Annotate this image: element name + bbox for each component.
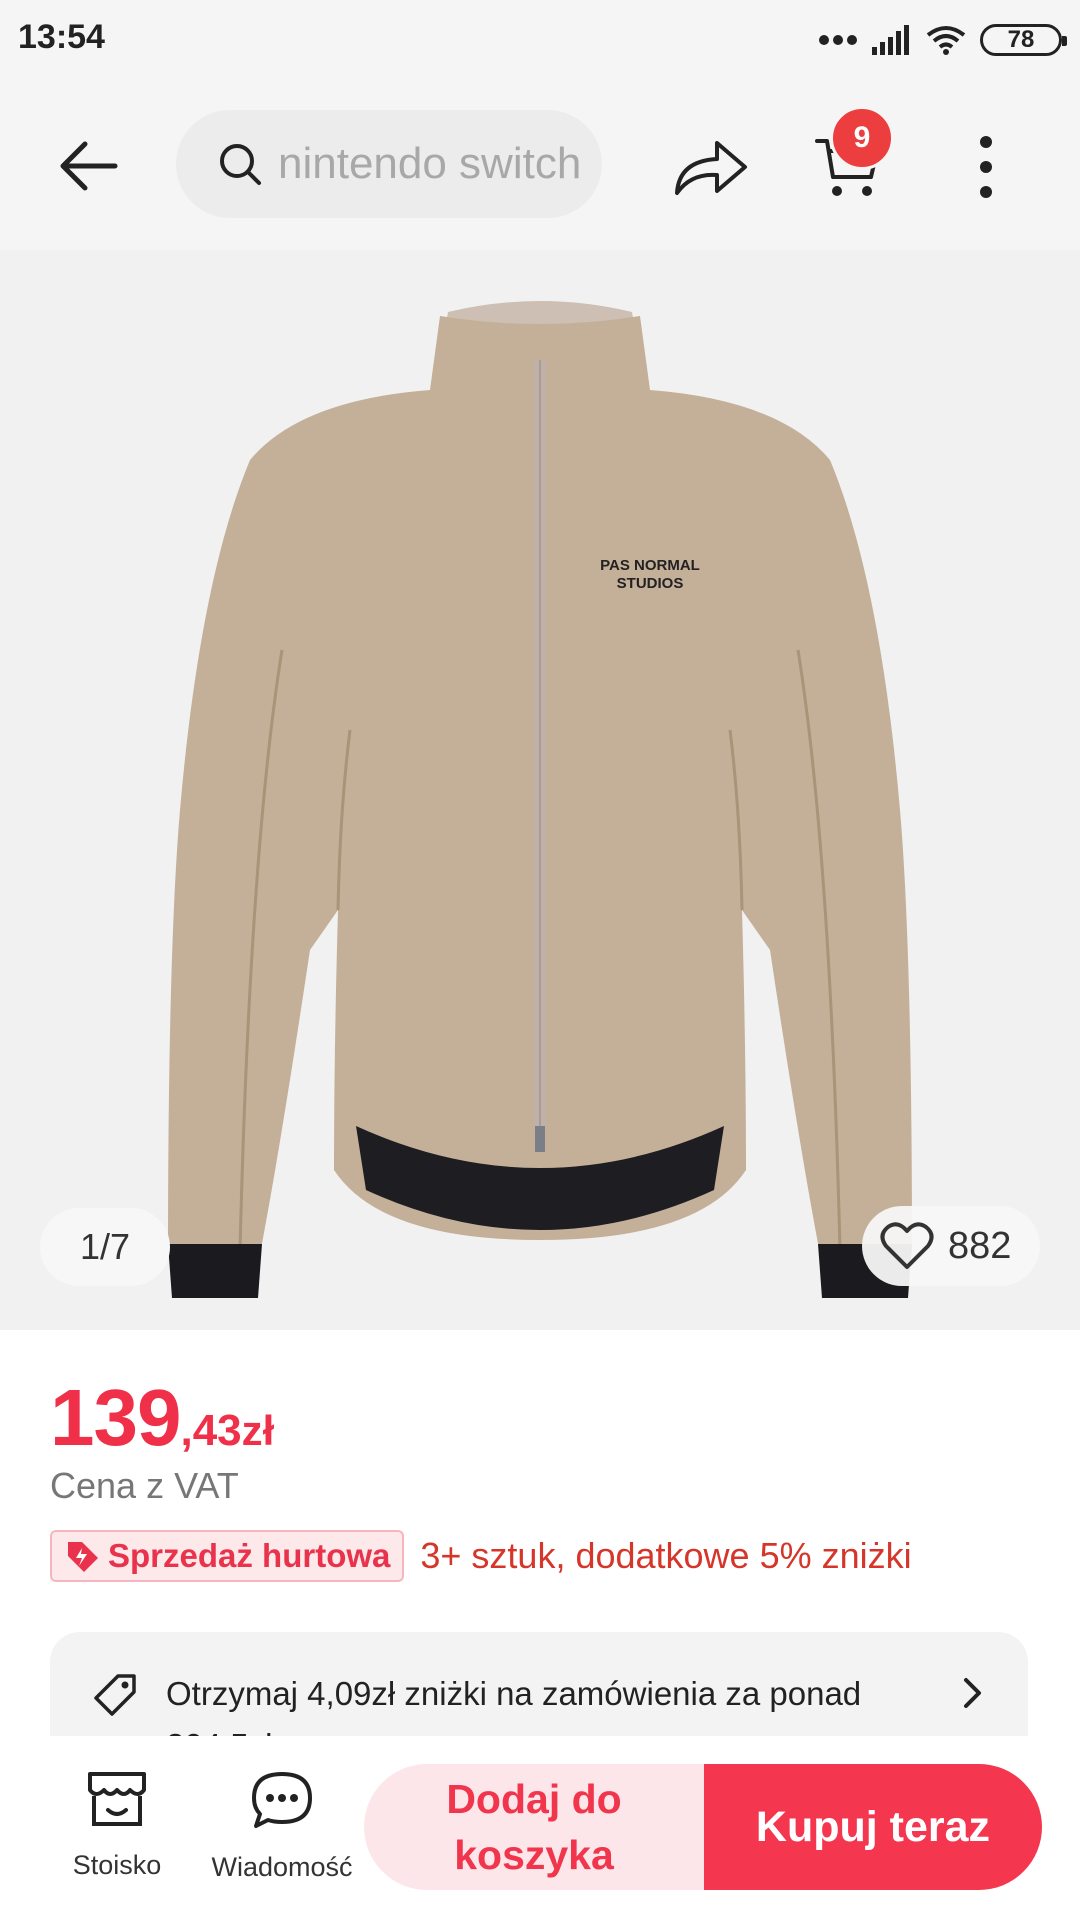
wholesale-label: Sprzedaż hurtowa [108, 1537, 391, 1574]
message-label: Wiadomość [211, 1852, 353, 1882]
wifi-icon [926, 26, 966, 55]
share-icon [675, 141, 747, 195]
product-gallery[interactable]: PAS NORMAL STUDIOS 1/7 882 [0, 250, 1080, 1330]
wishlist-button[interactable]: 882 [862, 1206, 1040, 1286]
wholesale-text: 3+ sztuk, dodatkowe 5% zniżki [420, 1535, 912, 1576]
search-icon [220, 144, 261, 185]
status-icons: 78 [818, 20, 1067, 60]
coupon-banner[interactable]: Otrzymaj 4,09zł zniżki na zamówienia za … [50, 1632, 1028, 1752]
more-button[interactable] [938, 122, 1034, 212]
tag-lightning-icon [68, 1542, 98, 1572]
price-section: 139 ,43 zł Cena z VAT Sprzedaż hurtowa 3… [0, 1330, 1080, 1752]
jacket-logo-line2: STUDIOS [617, 575, 684, 592]
price-decimal: ,43 [180, 1406, 242, 1455]
bottom-action-bar: Stoisko Wiadomość Dodaj do koszyka Kupuj… [0, 1736, 1080, 1920]
chevron-right-icon [964, 1678, 981, 1708]
share-button[interactable] [662, 122, 758, 212]
product-image: PAS NORMAL STUDIOS [168, 301, 912, 1298]
add-to-cart-button[interactable]: Dodaj do koszyka [364, 1764, 704, 1890]
coupon-tag-icon [94, 1674, 136, 1716]
heart-icon [880, 1222, 934, 1269]
jacket-logo-line1: PAS NORMAL [600, 557, 700, 574]
battery-icon: 78 [980, 24, 1067, 56]
chat-icon [252, 1772, 312, 1828]
price-integer: 139 [50, 1373, 181, 1462]
image-counter: 1/7 [40, 1208, 170, 1286]
status-bar: 13:54 78 [0, 0, 1080, 78]
more-vertical-icon [980, 136, 992, 198]
message-button[interactable]: Wiadomość [206, 1770, 358, 1883]
signal-icon [872, 25, 909, 55]
wholesale-promo[interactable]: Sprzedaż hurtowa 3+ sztuk, dodatkowe 5% … [50, 1530, 912, 1582]
dots-icon [819, 35, 857, 45]
wholesale-badge: Sprzedaż hurtowa [50, 1530, 405, 1582]
search-input[interactable]: nintendo switch [176, 110, 602, 218]
store-label: Stoisko [72, 1850, 162, 1880]
top-bar: nintendo switch 9 [0, 78, 1080, 250]
back-button[interactable] [40, 126, 136, 206]
price: 139 ,43 zł [50, 1372, 274, 1464]
status-time: 13:54 [18, 18, 105, 56]
store-icon [88, 1772, 146, 1826]
search-placeholder: nintendo switch [278, 139, 582, 188]
back-arrow-icon [60, 141, 118, 191]
vat-note: Cena z VAT [50, 1465, 239, 1506]
price-currency: zł [241, 1407, 275, 1454]
wishlist-count: 882 [948, 1224, 1012, 1267]
store-button[interactable]: Stoisko [62, 1770, 172, 1881]
buy-now-button[interactable]: Kupuj teraz [704, 1764, 1042, 1890]
cart-count-badge: 9 [830, 106, 894, 170]
